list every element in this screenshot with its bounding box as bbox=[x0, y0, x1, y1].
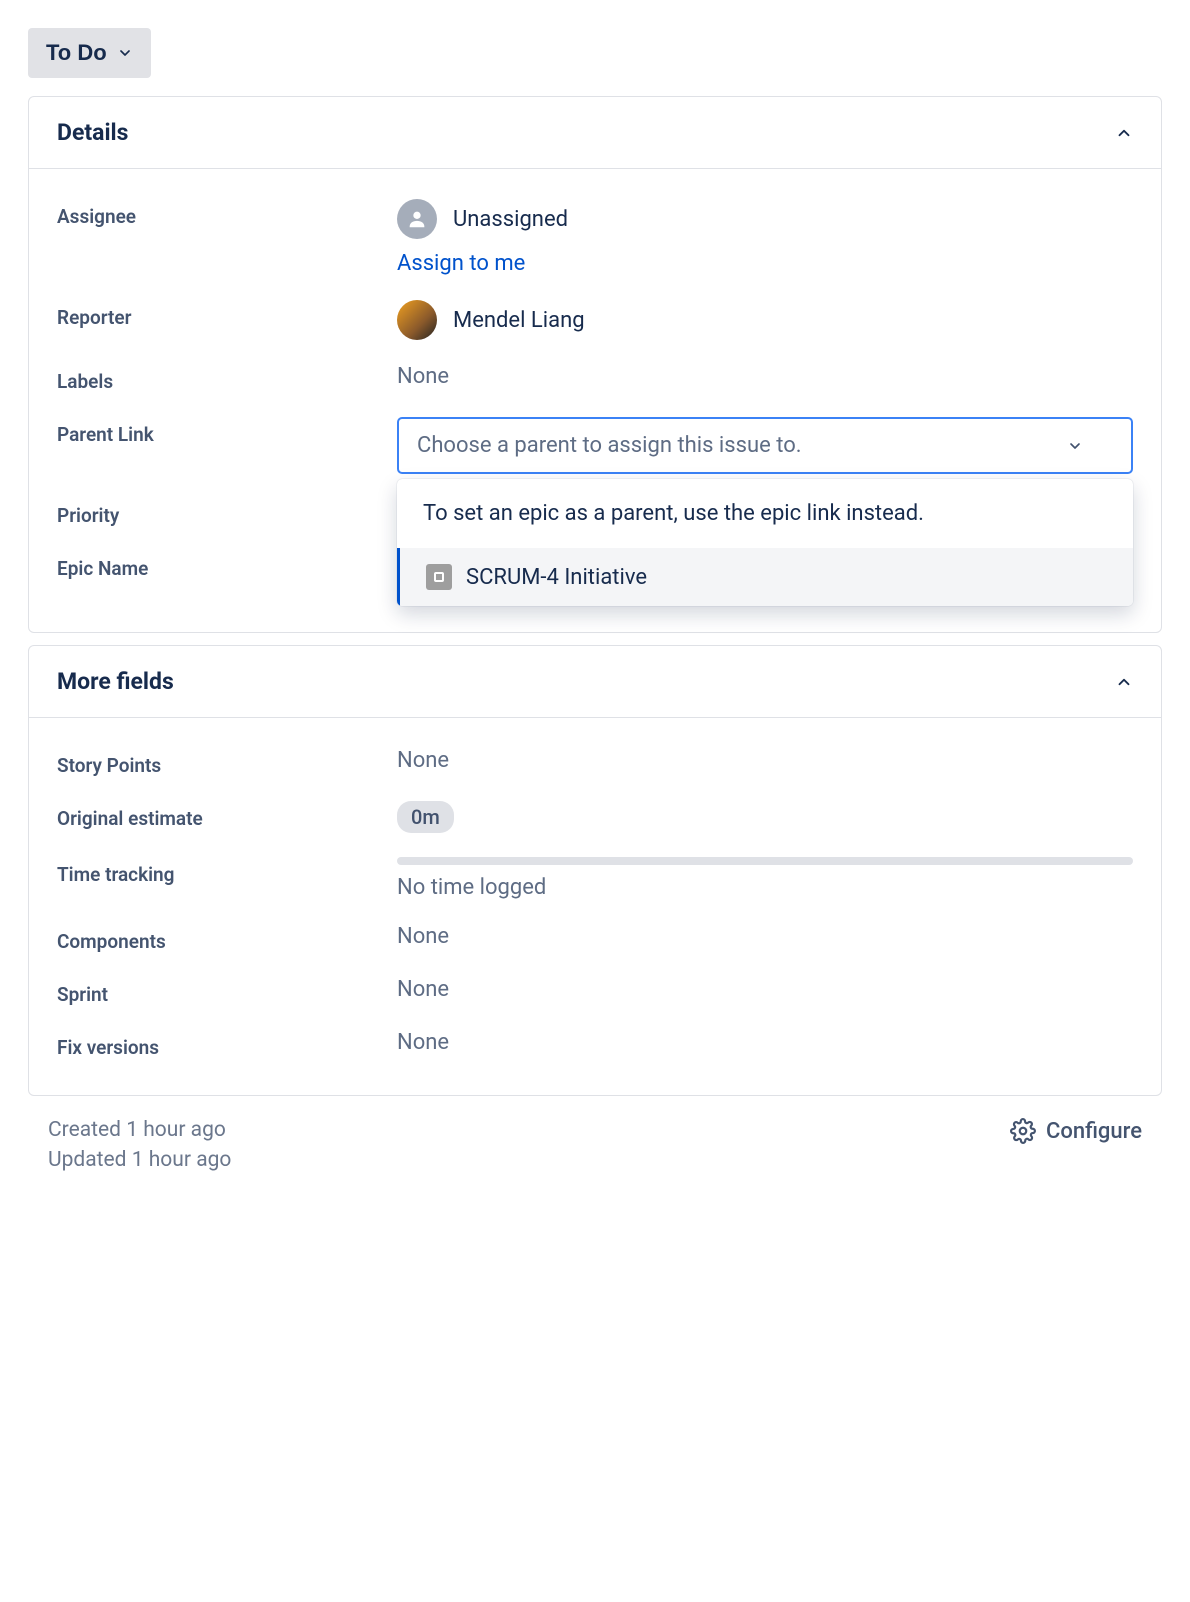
original-estimate-label: Original estimate bbox=[57, 801, 397, 830]
details-panel: Details Assignee Unassigned Assign to me… bbox=[28, 96, 1162, 633]
original-estimate-value[interactable]: 0m bbox=[397, 801, 1133, 833]
sprint-value[interactable]: None bbox=[397, 977, 1133, 1002]
parent-link-field: Parent Link Choose a parent to assign th… bbox=[57, 405, 1133, 486]
chevron-up-icon bbox=[1115, 673, 1133, 691]
reporter-name: Mendel Liang bbox=[453, 308, 585, 333]
parent-link-placeholder: Choose a parent to assign this issue to. bbox=[417, 433, 802, 458]
details-panel-body: Assignee Unassigned Assign to me Reporte… bbox=[29, 169, 1161, 632]
fix-versions-field: Fix versions None bbox=[57, 1018, 1133, 1071]
reporter-field: Reporter Mendel Liang bbox=[57, 288, 1133, 352]
assignee-value-block: Unassigned Assign to me bbox=[397, 199, 1133, 276]
time-tracking-bar bbox=[397, 857, 1133, 865]
story-points-value[interactable]: None bbox=[397, 748, 1133, 773]
chevron-down-icon bbox=[1067, 438, 1083, 454]
components-label: Components bbox=[57, 924, 397, 953]
fix-versions-label: Fix versions bbox=[57, 1030, 397, 1059]
initiative-type-icon bbox=[426, 564, 452, 590]
parent-link-label: Parent Link bbox=[57, 417, 397, 446]
story-points-label: Story Points bbox=[57, 748, 397, 777]
components-value[interactable]: None bbox=[397, 924, 1133, 949]
unassigned-avatar-icon bbox=[397, 199, 437, 239]
gear-icon bbox=[1010, 1118, 1036, 1144]
created-timestamp: Created 1 hour ago bbox=[48, 1118, 231, 1142]
parent-link-option-label: SCRUM-4 Initiative bbox=[466, 565, 647, 590]
time-tracking-field: Time tracking No time logged bbox=[57, 845, 1133, 912]
reporter-label: Reporter bbox=[57, 300, 397, 329]
more-fields-panel-header[interactable]: More fields bbox=[29, 646, 1161, 718]
timestamps: Created 1 hour ago Updated 1 hour ago bbox=[48, 1118, 231, 1178]
assignee-value[interactable]: Unassigned bbox=[397, 199, 1133, 239]
original-estimate-field: Original estimate 0m bbox=[57, 789, 1133, 845]
parent-link-dropdown: To set an epic as a parent, use the epic… bbox=[397, 479, 1133, 606]
assignee-field: Assignee Unassigned Assign to me bbox=[57, 187, 1133, 288]
reporter-value-block: Mendel Liang bbox=[397, 300, 1133, 340]
details-panel-title: Details bbox=[57, 119, 128, 146]
labels-field: Labels None bbox=[57, 352, 1133, 405]
time-tracking-value-block[interactable]: No time logged bbox=[397, 857, 1133, 900]
reporter-value[interactable]: Mendel Liang bbox=[397, 300, 1133, 340]
assignee-label: Assignee bbox=[57, 199, 397, 228]
reporter-avatar bbox=[397, 300, 437, 340]
labels-value[interactable]: None bbox=[397, 364, 1133, 389]
sprint-label: Sprint bbox=[57, 977, 397, 1006]
more-fields-panel: More fields Story Points None Original e… bbox=[28, 645, 1162, 1096]
sprint-field: Sprint None bbox=[57, 965, 1133, 1018]
configure-button[interactable]: Configure bbox=[1010, 1118, 1142, 1144]
status-dropdown-button[interactable]: To Do bbox=[28, 28, 151, 78]
chevron-down-icon bbox=[117, 45, 133, 61]
more-fields-panel-title: More fields bbox=[57, 668, 174, 695]
original-estimate-pill: 0m bbox=[397, 801, 454, 833]
parent-link-select[interactable]: Choose a parent to assign this issue to. bbox=[397, 417, 1133, 474]
configure-label: Configure bbox=[1046, 1119, 1142, 1144]
labels-label: Labels bbox=[57, 364, 397, 393]
time-tracking-label: Time tracking bbox=[57, 857, 397, 886]
updated-timestamp: Updated 1 hour ago bbox=[48, 1148, 231, 1172]
parent-link-value-block: Choose a parent to assign this issue to.… bbox=[397, 417, 1133, 474]
epic-name-label: Epic Name bbox=[57, 551, 397, 580]
more-fields-panel-body: Story Points None Original estimate 0m T… bbox=[29, 718, 1161, 1095]
parent-link-dropdown-message: To set an epic as a parent, use the epic… bbox=[397, 479, 1133, 548]
priority-label: Priority bbox=[57, 498, 397, 527]
assign-to-me-link[interactable]: Assign to me bbox=[397, 251, 1133, 276]
time-tracking-value: No time logged bbox=[397, 875, 1133, 900]
chevron-up-icon bbox=[1115, 124, 1133, 142]
parent-link-option[interactable]: SCRUM-4 Initiative bbox=[397, 548, 1133, 606]
status-label: To Do bbox=[46, 40, 107, 66]
details-panel-header[interactable]: Details bbox=[29, 97, 1161, 169]
assignee-name: Unassigned bbox=[453, 207, 568, 232]
story-points-field: Story Points None bbox=[57, 736, 1133, 789]
fix-versions-value[interactable]: None bbox=[397, 1030, 1133, 1055]
components-field: Components None bbox=[57, 912, 1133, 965]
footer: Created 1 hour ago Updated 1 hour ago Co… bbox=[28, 1108, 1162, 1178]
